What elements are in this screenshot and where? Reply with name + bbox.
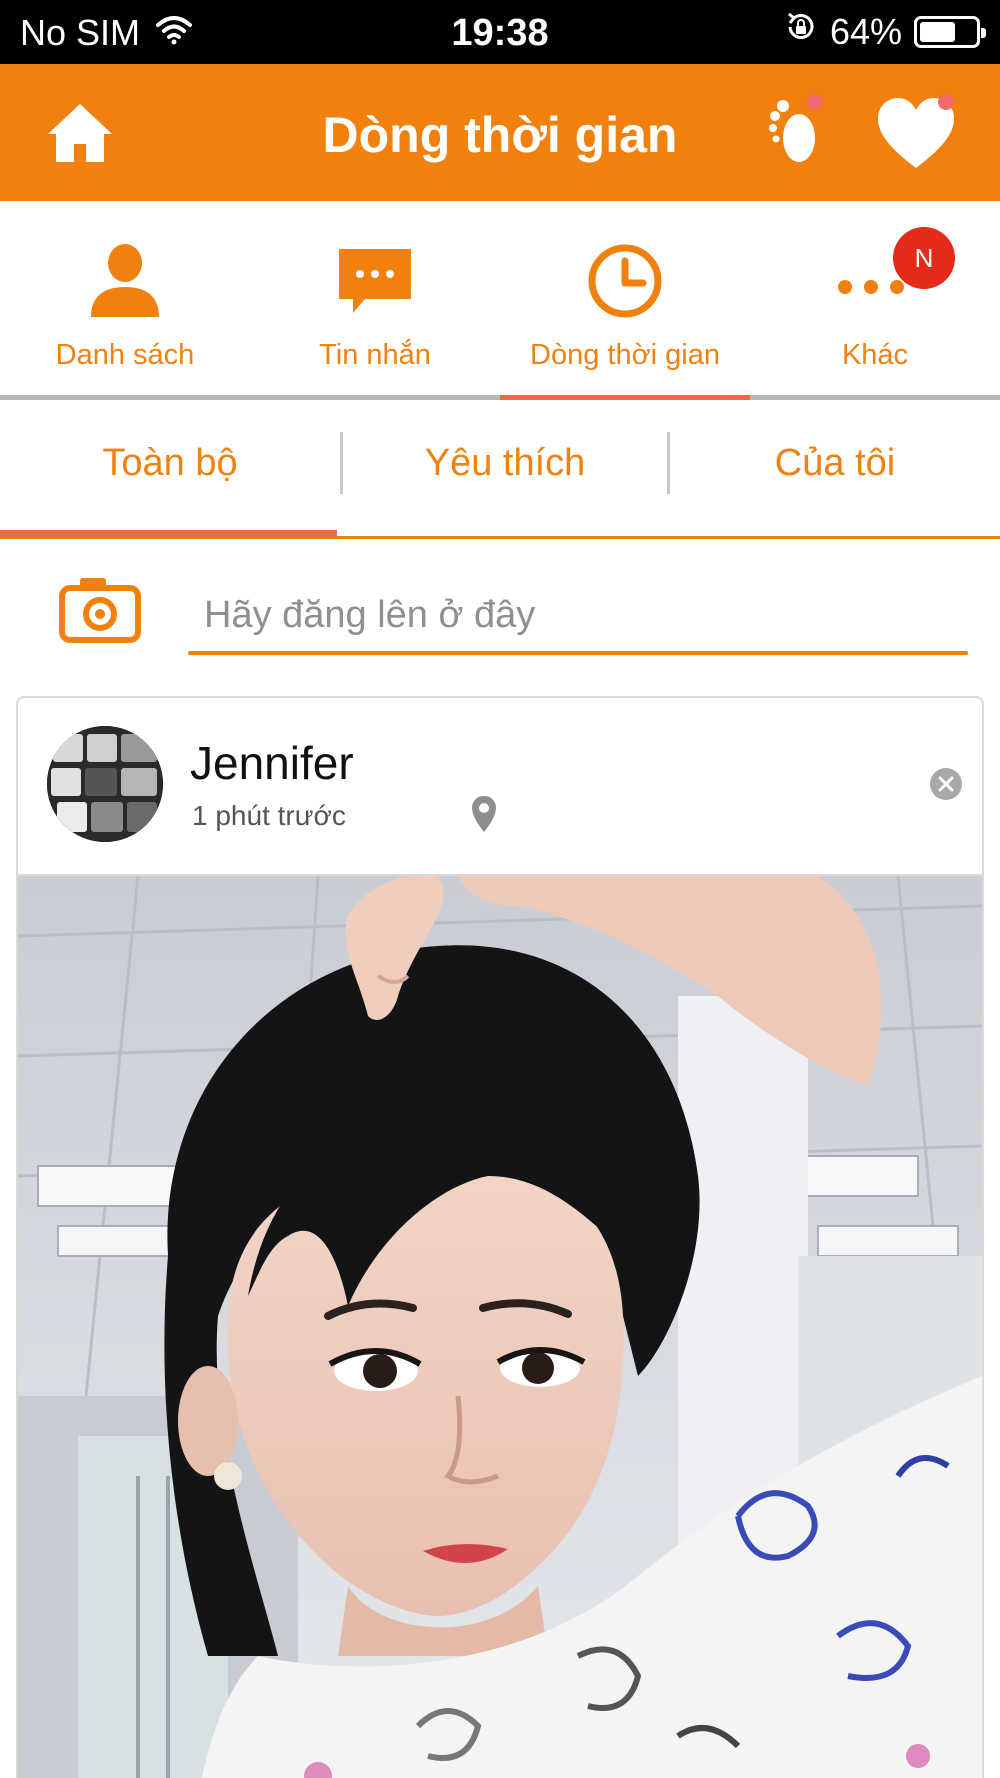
post-input-underline — [188, 651, 968, 655]
sub-tab-active-indicator — [0, 530, 337, 538]
tab-mine-label: Của tôi — [774, 442, 896, 484]
favorites-notification-dot — [938, 94, 954, 110]
favorites-button[interactable] — [876, 94, 956, 170]
tab-all-label: Toàn bộ — [102, 442, 238, 484]
battery-percent: 64% — [829, 10, 902, 52]
footprints-button[interactable] — [765, 94, 825, 170]
post-input[interactable] — [188, 580, 968, 650]
status-right: 64% — [784, 10, 986, 53]
nav-item-messages[interactable]: Tin nhắn — [250, 201, 500, 397]
person-icon — [91, 244, 159, 317]
tab-mine[interactable]: Của tôi — [670, 400, 1000, 530]
battery-icon — [914, 15, 986, 48]
battery-level-fill — [920, 21, 955, 42]
nav-item-timeline[interactable]: Dòng thời gian — [500, 201, 750, 397]
clock-icon — [588, 244, 662, 318]
app-header: Dòng thời gian — [0, 64, 1000, 201]
nav-label-contacts: Danh sách — [55, 339, 195, 371]
post-author[interactable]: Jennifer — [190, 736, 354, 790]
nav-item-more[interactable]: Khác — [750, 201, 1000, 397]
post-card: Jennifer 1 phút trước — [16, 696, 984, 1778]
rotation-lock-icon — [784, 10, 818, 53]
status-bar: No SIM 19:38 64% — [0, 0, 1000, 64]
sub-tabs: Toàn bộ Yêu thích Của tôi — [0, 400, 1000, 540]
nav-label-messages: Tin nhắn — [319, 339, 431, 371]
tab-favorites[interactable]: Yêu thích — [343, 400, 667, 530]
post-photo-image — [18, 875, 982, 1778]
nav-label-timeline: Dòng thời gian — [530, 339, 720, 371]
tab-all[interactable]: Toàn bộ — [0, 400, 340, 530]
close-post-button[interactable] — [930, 768, 962, 800]
avatar[interactable] — [47, 726, 163, 842]
nav-label-more: Khác — [841, 339, 909, 371]
camera-button[interactable] — [58, 574, 142, 644]
post-time: 1 phút trước — [192, 800, 346, 831]
main-nav: Danh sách Tin nhắn Dòng thời gian Khác — [0, 201, 1000, 397]
more-notification-badge: N — [893, 227, 955, 289]
nav-item-contacts[interactable]: Danh sách — [0, 201, 250, 397]
avatar-image — [47, 726, 163, 842]
footprints-notification-dot — [807, 94, 823, 110]
close-icon — [938, 776, 954, 792]
location-pin-icon[interactable] — [470, 794, 498, 839]
page-title: Dòng thời gian — [322, 107, 678, 163]
post-header: Jennifer 1 phút trước — [18, 698, 982, 876]
chat-bubble-icon — [339, 249, 411, 313]
tab-favorites-label: Yêu thích — [424, 442, 586, 484]
camera-icon — [59, 578, 141, 643]
post-photo[interactable] — [18, 875, 982, 1778]
battery-tip — [981, 27, 986, 38]
